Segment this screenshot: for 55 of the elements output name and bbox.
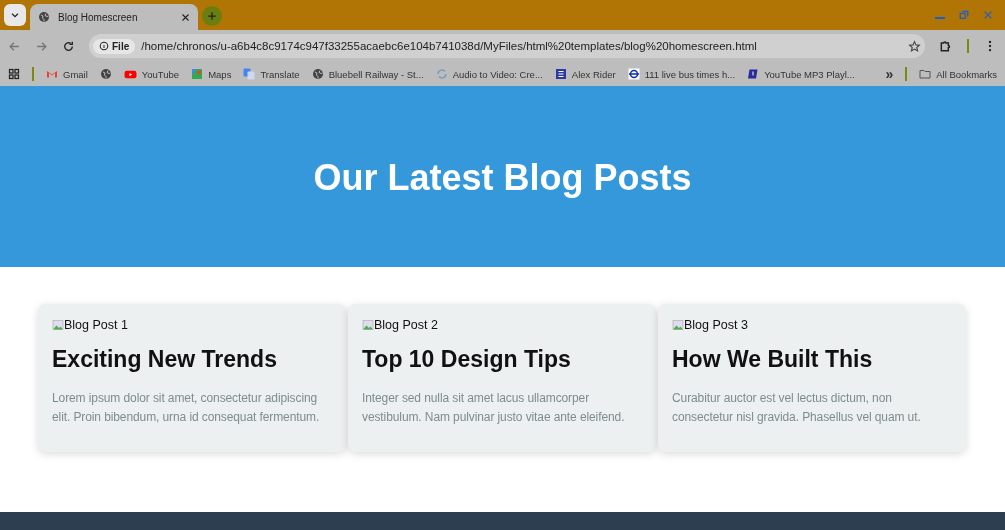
broken-image-icon	[672, 319, 684, 331]
translate-icon	[243, 68, 256, 80]
bookmark[interactable]: Translate	[243, 68, 300, 80]
address-bar[interactable]: File /home/chronos/u-a6b4c8c9174c947f33255acaebc6e104b741038d/MyFiles/html%20templates/blog%20homescreen.html	[89, 34, 925, 58]
new-tab-button[interactable]	[202, 6, 222, 26]
info-icon	[99, 41, 109, 51]
plus-icon	[207, 11, 217, 21]
bookmark[interactable]: YouTube	[123, 67, 180, 81]
close-icon	[181, 12, 190, 22]
chevron-down-icon	[10, 10, 20, 20]
post-title: Exciting New Trends	[52, 346, 278, 373]
map-icon	[191, 68, 204, 80]
restore-icon	[959, 10, 969, 20]
mail-icon	[46, 68, 58, 80]
bookmark[interactable]: Maps	[191, 68, 232, 80]
hero-title: Our Latest Blog Posts	[313, 156, 692, 199]
globe-icon	[311, 68, 324, 80]
bookmark[interactable]: Alex Rider	[554, 68, 616, 80]
post-title: How We Built This	[672, 346, 874, 373]
broken-image: Blog Post 3	[672, 318, 952, 332]
tab-title: Blog Homescreen	[58, 11, 139, 23]
post-excerpt: Lorem ipsum dolor sit amet, consectetur adipiscing elit. Proin bibendum, urna id consequat fermentum.	[52, 390, 321, 426]
bookmark[interactable]: Audio to Video: Cre...	[435, 68, 543, 80]
reload-icon	[62, 39, 75, 53]
close-icon	[983, 10, 993, 20]
browser-tab[interactable]: Blog Homescreen	[30, 4, 198, 30]
url-text: /home/chronos/u-a6b4c8c9174c947f33255acaebc6e104b741038d/MyFiles/html%20templates/blog%20homescreen.html	[141, 40, 758, 52]
document-icon	[554, 68, 567, 80]
apps-grid-icon	[8, 68, 20, 80]
bookmark[interactable]: 111 live bus times h...	[627, 68, 736, 80]
site-info-button[interactable]: File	[93, 38, 136, 54]
bookmark[interactable]: YouTube MP3 Playl...	[747, 68, 855, 80]
back-arrow-icon	[8, 39, 21, 53]
roundel-icon	[627, 68, 640, 80]
post-excerpt: Curabitur auctor est vel lectus dictum, non consectetur nisl gravida. Phasellus vel quam ut.	[672, 390, 922, 426]
post-title: Top 10 Design Tips	[362, 346, 572, 373]
post-excerpt: Integer sed nulla sit amet lacus ullamcorper vestibulum. Nam pulvinar justo vitae ante eleifend.	[362, 390, 626, 426]
music-icon	[747, 68, 760, 80]
bookmarks-overflow-button[interactable]: »	[885, 66, 894, 82]
minimize-icon	[935, 17, 945, 19]
broken-image-icon	[362, 319, 374, 331]
all-bookmarks-button[interactable]: All Bookmarks	[919, 68, 997, 80]
tab-search-button[interactable]	[4, 4, 26, 26]
globe-icon	[38, 11, 50, 23]
broken-image: Blog Post 1	[52, 318, 332, 332]
star-icon	[908, 39, 921, 53]
forward-arrow-icon	[35, 39, 48, 53]
puzzle-icon	[939, 39, 953, 53]
folder-icon	[919, 68, 932, 80]
broken-image-icon	[52, 319, 64, 331]
sync-icon	[435, 68, 448, 80]
bookmark[interactable]: Bluebell Railway - St...	[311, 68, 424, 80]
bookmark[interactable]: Gmail	[46, 68, 88, 80]
globe-icon	[99, 68, 112, 80]
broken-image: Blog Post 2	[362, 318, 642, 332]
